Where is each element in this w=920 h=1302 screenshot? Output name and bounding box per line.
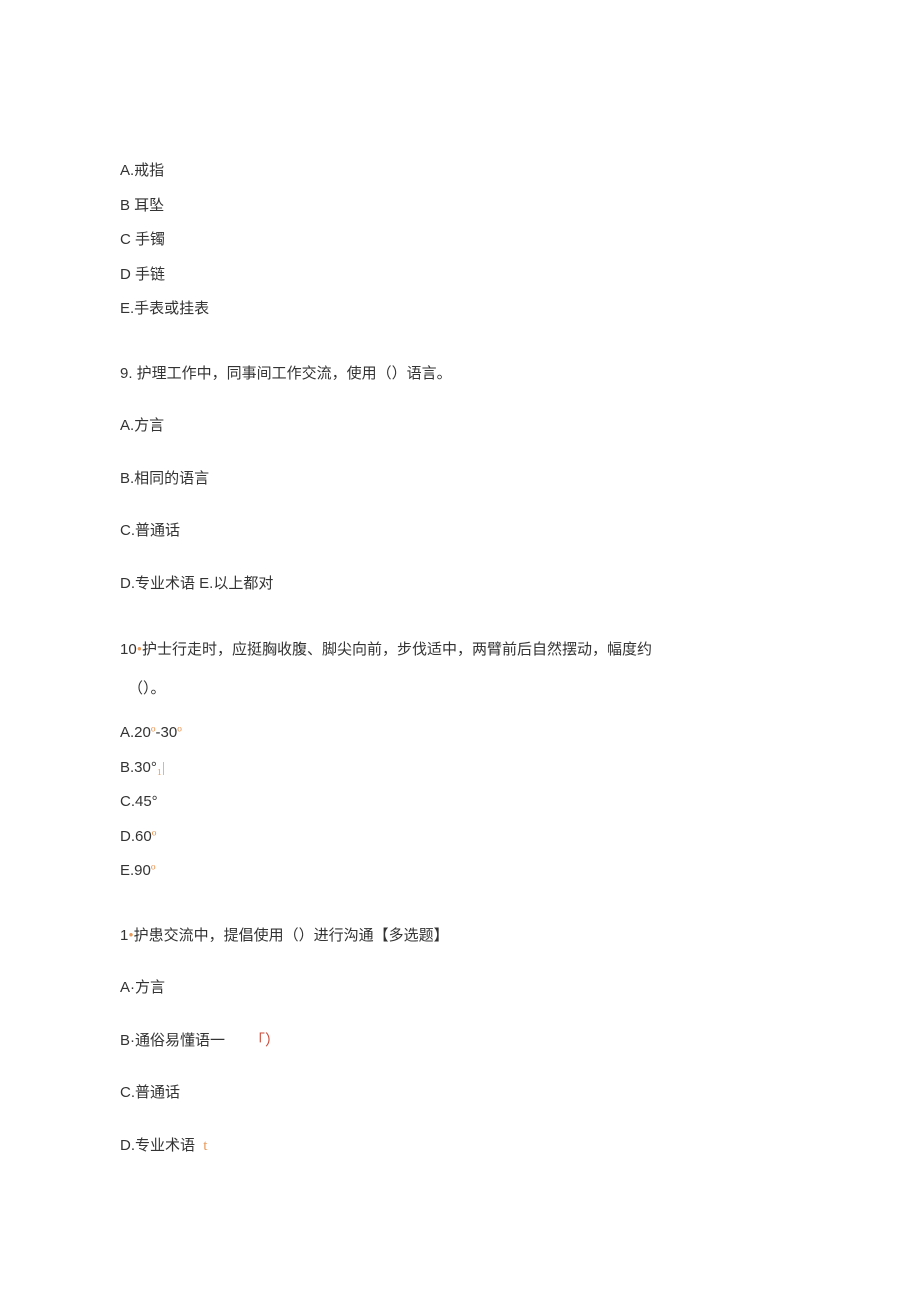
q10-a-mid: -30	[156, 724, 178, 741]
q1-stem: 1•护患交流中，提倡使用（）进行沟通【多选题】	[120, 925, 800, 948]
q1-opt-b: B·通俗易懂语一 「）	[120, 1030, 800, 1053]
q9-opt-a: A.方言	[120, 415, 800, 438]
q1-b-text: B·通俗易懂语一	[120, 1032, 225, 1049]
q1-opt-d: D.专业术语 t	[120, 1135, 800, 1158]
q10-stem-line1: 10•护士行走时，应挺胸收腹、脚尖向前，步伐适中，两臂前后自然摆动，幅度约	[120, 639, 800, 662]
q1-opt-c: C.普通话	[120, 1082, 800, 1105]
q1-d-mark: t	[203, 1138, 207, 1154]
q10-stem-line2: （）。	[120, 678, 800, 701]
q10-opt-e: E.90º	[120, 860, 800, 883]
q8-opt-a: A.戒指	[120, 160, 800, 183]
q9-opt-d: D.专业术语 E.以上都对	[120, 573, 800, 596]
q1-options-block: A·方言 B·通俗易懂语一 「） C.普通话 D.专业术语 t	[120, 977, 800, 1157]
q10-b-pre: B.30°	[120, 759, 157, 776]
q10-b-sub: ₁|	[157, 760, 165, 776]
q1-opt-a: A·方言	[120, 977, 800, 1000]
q10-opt-a: A.20º-30º	[120, 722, 800, 745]
q10-options-block: A.20º-30º B.30°₁| C.45° D.60º E.90º	[120, 722, 800, 883]
q10-prefix: 10	[120, 641, 137, 658]
q10-a-pre: A.20	[120, 724, 151, 741]
q10-d-pre: D.60	[120, 828, 152, 845]
q10-stem-text1: 护士行走时，应挺胸收腹、脚尖向前，步伐适中，两臂前后自然摆动，幅度约	[142, 641, 652, 658]
q10-opt-b: B.30°₁|	[120, 757, 800, 780]
q1-tag: 【多选题】	[374, 927, 449, 944]
q1-b-mark: 「）	[250, 1030, 280, 1053]
q1-d-text: D.专业术语	[120, 1137, 195, 1154]
q8-options-block: A.戒指 B 耳坠 C 手镯 D 手链 E.手表或挂表	[120, 160, 800, 321]
q9-opt-c: C.普通话	[120, 520, 800, 543]
q10-opt-d: D.60º	[120, 826, 800, 849]
q8-opt-e: E.手表或挂表	[120, 298, 800, 321]
q8-opt-c: C 手镯	[120, 229, 800, 252]
q9-opt-b: B.相同的语言	[120, 468, 800, 491]
q10-e-deg: º	[151, 863, 156, 879]
q9-stem: 9. 护理工作中，同事间工作交流，使用（）语言。	[120, 363, 800, 386]
q1-stem-text: 护患交流中，提倡使用（）进行沟通	[134, 927, 374, 944]
q10-a-deg2: º	[177, 725, 182, 741]
q8-opt-d: D 手链	[120, 264, 800, 287]
q9-options-block: A.方言 B.相同的语言 C.普通话 D.专业术语 E.以上都对	[120, 415, 800, 595]
q10-opt-c: C.45°	[120, 791, 800, 814]
q10-e-pre: E.90	[120, 862, 151, 879]
q10-d-deg: º	[152, 829, 157, 845]
q8-opt-b: B 耳坠	[120, 195, 800, 218]
